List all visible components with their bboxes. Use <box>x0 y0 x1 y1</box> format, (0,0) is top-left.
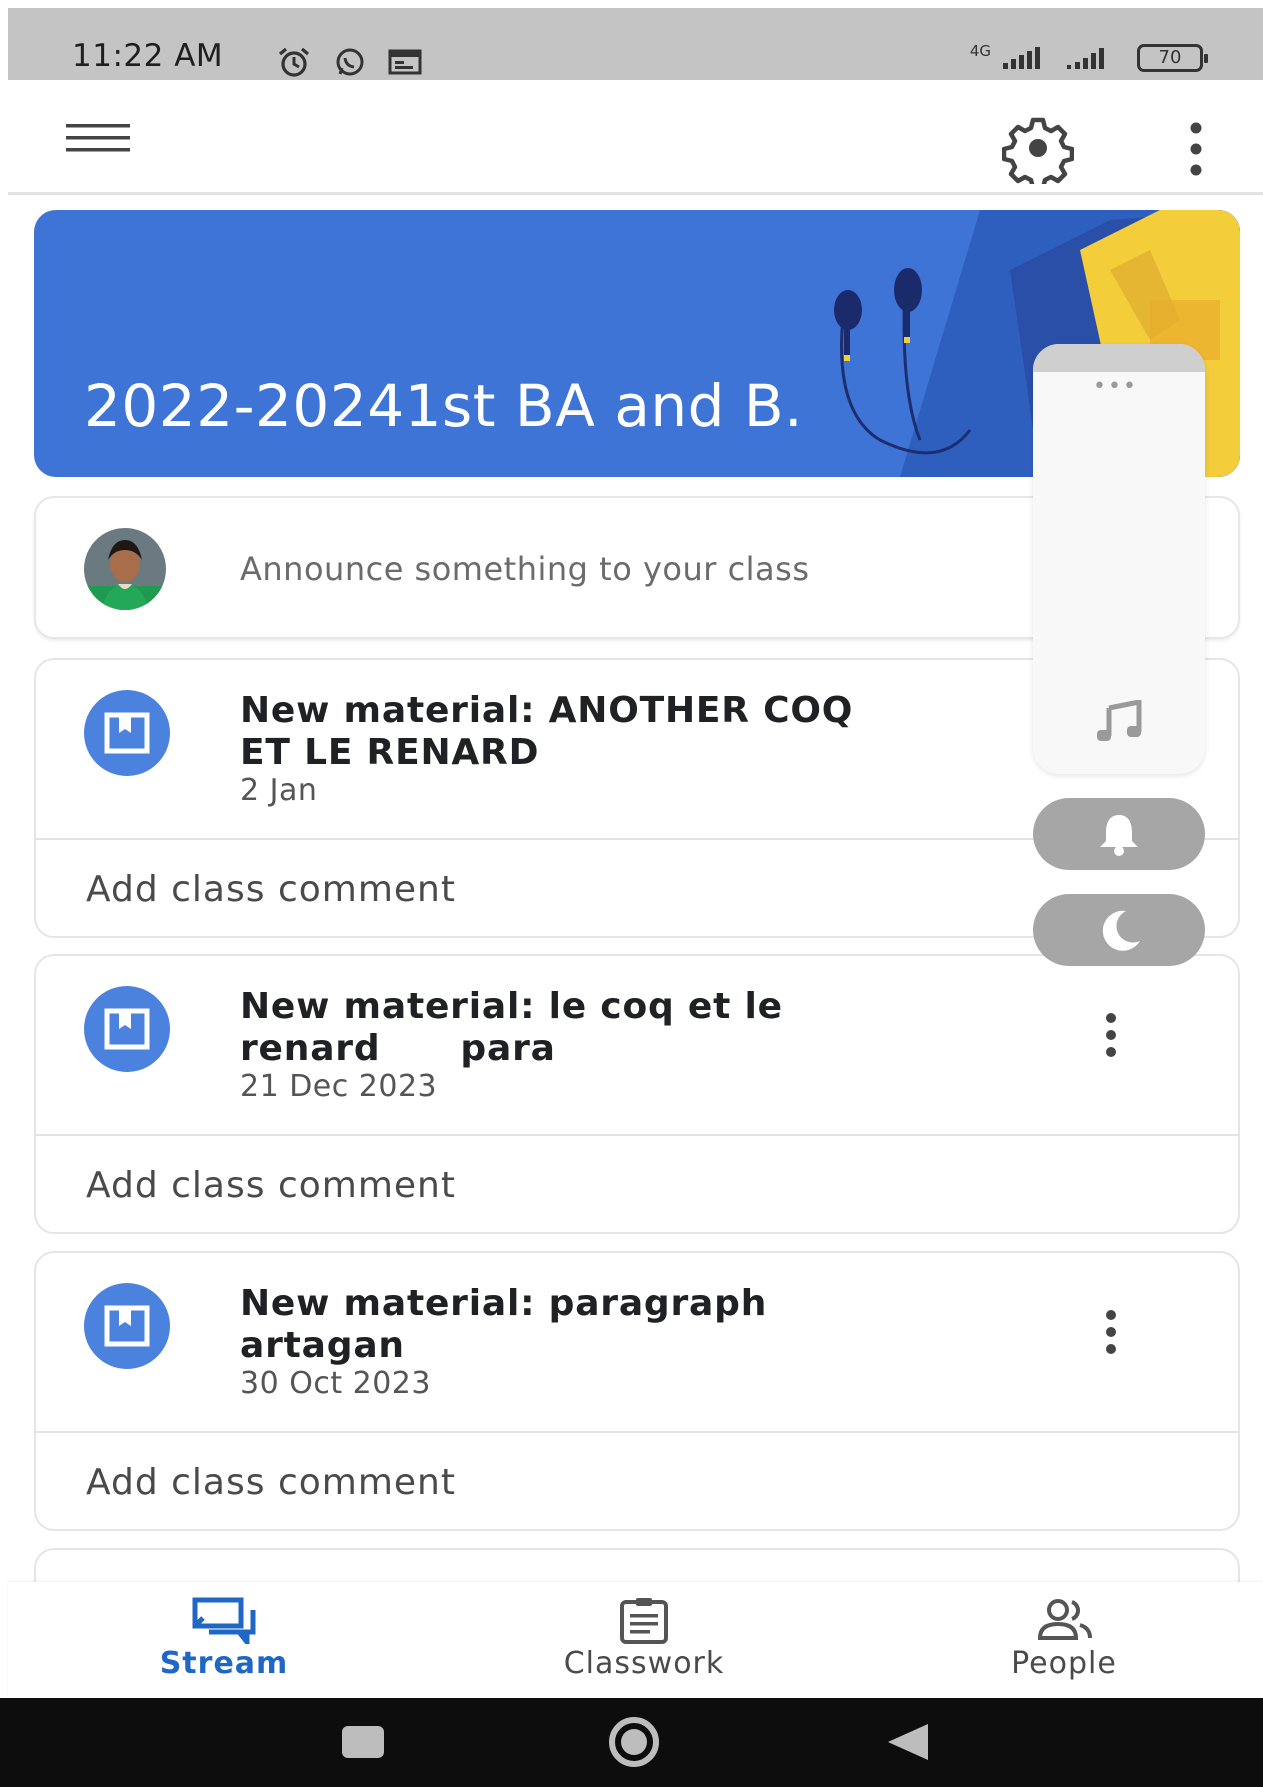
announce-placeholder: Announce something to your class <box>240 550 810 588</box>
classwork-icon <box>620 1598 668 1644</box>
status-bar: 11:22 AM 4G 70 <box>8 8 1263 80</box>
alarm-icon <box>278 47 310 77</box>
post-header[interactable]: New material: le coq et le renard para 2… <box>36 956 1238 1136</box>
home-icon[interactable] <box>602 1714 666 1770</box>
add-class-comment-button[interactable]: Add class comment <box>36 1136 1238 1234</box>
people-icon <box>1037 1599 1092 1640</box>
post-title: New material: ANOTHER COQ ET LE RENARD <box>240 690 854 773</box>
post-header[interactable]: New material: paragraph artagan 30 Oct 2… <box>36 1253 1238 1433</box>
material-post-icon <box>84 1283 170 1369</box>
material-post-icon <box>84 986 170 1072</box>
tab-classwork[interactable]: Classwork <box>514 1582 774 1698</box>
back-icon[interactable] <box>884 1720 932 1764</box>
post-date: 21 Dec 2023 <box>240 1069 438 1104</box>
post-more-options-icon[interactable] <box>1091 1305 1131 1363</box>
settings-gear-icon[interactable] <box>1002 112 1074 184</box>
bell-icon <box>1100 815 1138 856</box>
status-notification-icons <box>276 46 422 78</box>
status-system-icons: 4G 70 <box>969 42 1208 72</box>
signal-icon <box>1003 47 1040 69</box>
post-more-options-icon[interactable] <box>1091 1008 1131 1066</box>
post-title: New material: paragraph artagan <box>240 1283 768 1366</box>
top-app-bar <box>8 80 1263 195</box>
music-note-icon[interactable] <box>1093 700 1145 744</box>
floating-overlay-panel[interactable]: ••• <box>1033 344 1205 774</box>
post-date: 30 Oct 2023 <box>240 1366 431 1401</box>
overlay-night-mode-button[interactable] <box>1033 894 1205 966</box>
status-time: 11:22 AM <box>72 38 224 74</box>
add-class-comment-button[interactable]: Add class comment <box>36 1433 1238 1531</box>
tab-people-label: People <box>1011 1646 1117 1681</box>
calendar-card-icon <box>388 49 422 75</box>
stream-icon <box>192 1597 256 1644</box>
battery-indicator: 70 <box>1137 44 1208 72</box>
signal-icon-secondary <box>1067 48 1104 69</box>
whatsapp-icon <box>336 48 364 76</box>
overlay-notification-button[interactable] <box>1033 798 1205 870</box>
material-post-card: New material: le coq et le renard para 2… <box>34 954 1240 1234</box>
material-post-icon <box>84 690 170 776</box>
avatar <box>84 528 166 610</box>
post-title: New material: le coq et le renard para <box>240 986 783 1069</box>
tab-classwork-label: Classwork <box>563 1646 725 1681</box>
post-date: 2 Jan <box>240 773 318 808</box>
tab-stream-label: Stream <box>159 1646 289 1681</box>
recent-apps-icon[interactable] <box>340 1722 386 1762</box>
tab-stream[interactable]: Stream <box>94 1582 354 1698</box>
battery-level: 70 <box>1158 47 1182 68</box>
menu-icon[interactable] <box>66 122 130 154</box>
class-title: 2022-20241st BA and B. <box>84 372 804 440</box>
moon-icon <box>1102 910 1140 951</box>
overlay-dots-icon[interactable]: ••• <box>1093 374 1138 399</box>
network-type-label: 4G <box>969 42 991 60</box>
overlay-drag-handle[interactable] <box>1033 344 1205 372</box>
tab-people[interactable]: People <box>934 1582 1194 1698</box>
bottom-navigation: Stream Classwork People <box>8 1582 1263 1698</box>
material-post-card: New material: paragraph artagan 30 Oct 2… <box>34 1251 1240 1531</box>
more-options-icon[interactable] <box>1174 120 1218 178</box>
system-navigation-bar <box>0 1698 1263 1787</box>
